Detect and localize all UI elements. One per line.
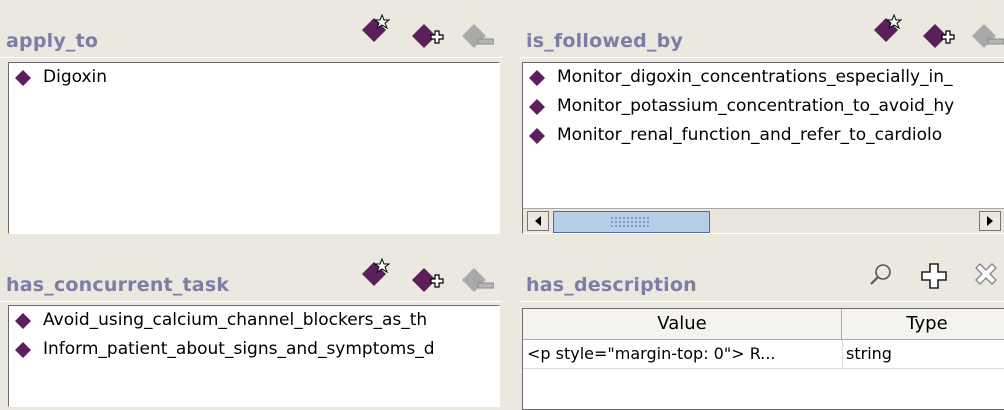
- add-instance-icon[interactable]: [412, 264, 444, 296]
- list-item-label: Monitor_digoxin_concentrations_especiall…: [557, 67, 953, 87]
- column-header-type[interactable]: Type: [842, 309, 1004, 340]
- has-concurrent-task-list[interactable]: Avoid_using_calcium_channel_blockers_as_…: [8, 305, 500, 407]
- list-item[interactable]: Monitor_renal_function_and_refer_to_card…: [523, 121, 1004, 150]
- instance-icon: [15, 342, 31, 358]
- list-item-label: Inform_patient_about_signs_and_symptoms_…: [43, 339, 435, 359]
- list-item[interactable]: Monitor_potassium_concentration_to_avoid…: [523, 92, 1004, 121]
- list-item-label: Avoid_using_calcium_channel_blockers_as_…: [43, 310, 428, 330]
- header-divider: [520, 301, 1004, 302]
- plus-icon[interactable]: [918, 260, 950, 292]
- grip-icon: [610, 216, 650, 228]
- has-description-header: has_description: [520, 263, 1004, 302]
- scroll-thumb[interactable]: [553, 211, 710, 233]
- header-divider: [0, 57, 502, 58]
- list-item[interactable]: Inform_patient_about_signs_and_symptoms_…: [9, 335, 499, 364]
- instance-icon: [529, 99, 545, 115]
- table-cell-type[interactable]: string: [842, 340, 1004, 369]
- apply-to-header: apply_to: [0, 24, 502, 58]
- arrow-left-icon: [535, 216, 541, 226]
- instance-icon: [15, 70, 31, 86]
- has-description-title: has_description: [526, 274, 697, 296]
- apply-to-list[interactable]: Digoxin: [8, 62, 500, 234]
- remove-instance-icon[interactable]: [972, 20, 1004, 52]
- instance-icon: [15, 313, 31, 329]
- add-instance-icon[interactable]: [412, 20, 444, 52]
- create-instance-icon[interactable]: [872, 14, 904, 46]
- has-concurrent-task-header: has_concurrent_task: [0, 268, 502, 302]
- list-item[interactable]: Avoid_using_calcium_channel_blockers_as_…: [9, 306, 499, 335]
- arrow-right-icon: [987, 216, 993, 226]
- list-item-label: Digoxin: [43, 67, 108, 87]
- magnifier-icon[interactable]: [864, 260, 896, 292]
- list-item[interactable]: Digoxin: [9, 63, 499, 92]
- column-header-value[interactable]: Value: [523, 309, 842, 340]
- is-followed-by-list[interactable]: Monitor_digoxin_concentrations_especiall…: [522, 62, 1004, 234]
- description-table[interactable]: Value Type <p style="margin-top: 0"> R..…: [522, 308, 1004, 410]
- is-followed-by-header: is_followed_by: [520, 24, 1004, 58]
- horizontal-scrollbar[interactable]: [523, 208, 1004, 233]
- has-concurrent-task-title: has_concurrent_task: [6, 274, 230, 296]
- header-divider: [0, 301, 502, 302]
- apply-to-title: apply_to: [6, 30, 99, 52]
- create-instance-icon[interactable]: [360, 14, 392, 46]
- remove-instance-icon[interactable]: [462, 264, 494, 296]
- slot-editor-window: { "apply_to": { "title": "apply_to", "it…: [0, 0, 1004, 410]
- list-item-label: Monitor_potassium_concentration_to_avoid…: [557, 96, 955, 116]
- instance-icon: [529, 128, 545, 144]
- instance-icon: [529, 70, 545, 86]
- list-item[interactable]: Monitor_digoxin_concentrations_especiall…: [523, 63, 1004, 92]
- list-item-label: Monitor_renal_function_and_refer_to_card…: [557, 125, 943, 145]
- scroll-right-button[interactable]: [979, 211, 1001, 231]
- delete-x-icon[interactable]: [970, 260, 1002, 292]
- remove-instance-icon[interactable]: [462, 20, 494, 52]
- is-followed-by-title: is_followed_by: [526, 30, 684, 52]
- scroll-left-button[interactable]: [527, 211, 549, 231]
- create-instance-icon[interactable]: [360, 258, 392, 290]
- add-instance-icon[interactable]: [923, 20, 955, 52]
- header-divider: [520, 57, 1004, 58]
- table-cell-value[interactable]: <p style="margin-top: 0"> R...: [523, 340, 843, 369]
